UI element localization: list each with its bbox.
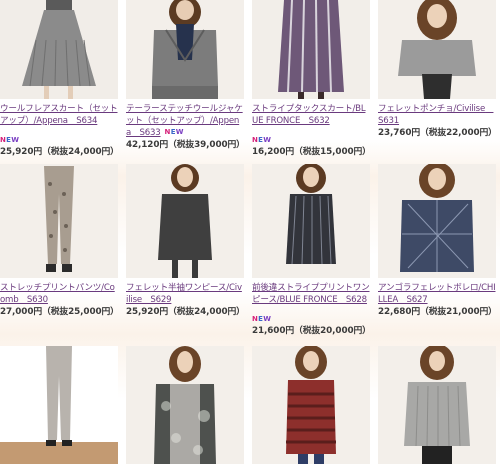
product-name-link[interactable]: フェレット半袖ワンピース/Civilise S629 bbox=[126, 282, 244, 306]
product-price: 22,680円（税抜21,000円） bbox=[378, 307, 497, 317]
product-price: 42,120円（税抜39,000円） bbox=[126, 140, 245, 150]
product-image[interactable] bbox=[252, 346, 370, 464]
product-image[interactable] bbox=[126, 0, 244, 99]
product-photo bbox=[252, 0, 370, 99]
product-photo bbox=[0, 164, 118, 278]
product-photo bbox=[378, 164, 496, 278]
product-image[interactable] bbox=[0, 346, 118, 464]
product-card[interactable] bbox=[0, 346, 118, 464]
product-card[interactable]: ストレッチプリントパンツ/Coomb S630 27,000円（税抜25,000… bbox=[0, 164, 119, 318]
product-name-link[interactable]: ウールフレアスカート（セットアップ）/Appena S634 bbox=[0, 103, 118, 127]
new-badge: NEW bbox=[164, 128, 184, 136]
product-name-link[interactable]: ストレッチプリントパンツ/Coomb S630 bbox=[0, 282, 118, 306]
product-photo bbox=[252, 164, 370, 278]
product-card[interactable] bbox=[252, 346, 370, 464]
product-price: 27,000円（税抜25,000円） bbox=[0, 307, 119, 317]
product-price: 25,920円（税抜24,000円） bbox=[126, 307, 245, 317]
product-photo bbox=[378, 0, 496, 99]
product-image[interactable] bbox=[126, 346, 244, 464]
product-photo bbox=[126, 164, 244, 278]
new-badge: NEW bbox=[252, 315, 272, 323]
product-card[interactable]: フェレットポンチョ/Civilise S631 23,760円（税抜22,000… bbox=[378, 0, 497, 139]
new-badge: NEW bbox=[252, 136, 272, 144]
product-name-link[interactable]: フェレットポンチョ/Civilise S631 bbox=[378, 103, 496, 127]
product-grid: ウールフレアスカート（セットアップ）/Appena S634 NEW 25,92… bbox=[0, 0, 500, 464]
product-image[interactable] bbox=[0, 0, 118, 99]
product-image[interactable] bbox=[126, 164, 244, 278]
product-name-link[interactable]: 前後違ストライププリントワンピース/BLUE FRONCE S628 bbox=[252, 282, 370, 306]
product-name-link[interactable]: アンゴラフェレットボレロ/CHILLEA S627 bbox=[378, 282, 496, 306]
new-badge: NEW bbox=[0, 136, 20, 144]
product-image[interactable] bbox=[378, 0, 496, 99]
product-image[interactable] bbox=[252, 0, 370, 99]
product-image[interactable] bbox=[0, 164, 118, 278]
product-photo bbox=[252, 346, 370, 464]
product-price: 23,760円（税抜22,000円） bbox=[378, 128, 497, 138]
product-card[interactable]: 前後違ストライププリントワンピース/BLUE FRONCE S628 NEW 2… bbox=[252, 164, 371, 337]
product-image[interactable] bbox=[378, 164, 496, 278]
product-name-link[interactable]: ストライプタックスカート/BLUE FRONCE S632 bbox=[252, 103, 370, 127]
product-photo bbox=[0, 346, 118, 464]
product-card[interactable] bbox=[126, 346, 244, 464]
product-price: 16,200円（税抜15,000円） bbox=[252, 147, 371, 157]
product-card[interactable] bbox=[378, 346, 496, 464]
product-card[interactable]: アンゴラフェレットボレロ/CHILLEA S627 22,680円（税抜21,0… bbox=[378, 164, 497, 318]
product-price: 21,600円（税抜20,000円） bbox=[252, 326, 371, 336]
product-card[interactable]: ストライプタックスカート/BLUE FRONCE S632 NEW 16,200… bbox=[252, 0, 371, 158]
product-name-link[interactable]: テーラーステッチウールジャケット（セットアップ）/Appena S633 NEW bbox=[126, 103, 244, 139]
product-photo bbox=[126, 346, 244, 464]
product-card[interactable]: テーラーステッチウールジャケット（セットアップ）/Appena S633 NEW … bbox=[126, 0, 245, 151]
product-card[interactable]: ウールフレアスカート（セットアップ）/Appena S634 NEW 25,92… bbox=[0, 0, 119, 158]
product-photo bbox=[0, 0, 118, 99]
product-price: 25,920円（税抜24,000円） bbox=[0, 147, 119, 157]
product-card[interactable]: フェレット半袖ワンピース/Civilise S629 25,920円（税抜24,… bbox=[126, 164, 245, 318]
product-photo bbox=[378, 346, 496, 464]
product-photo bbox=[126, 0, 244, 99]
product-image[interactable] bbox=[252, 164, 370, 278]
product-image[interactable] bbox=[378, 346, 496, 464]
